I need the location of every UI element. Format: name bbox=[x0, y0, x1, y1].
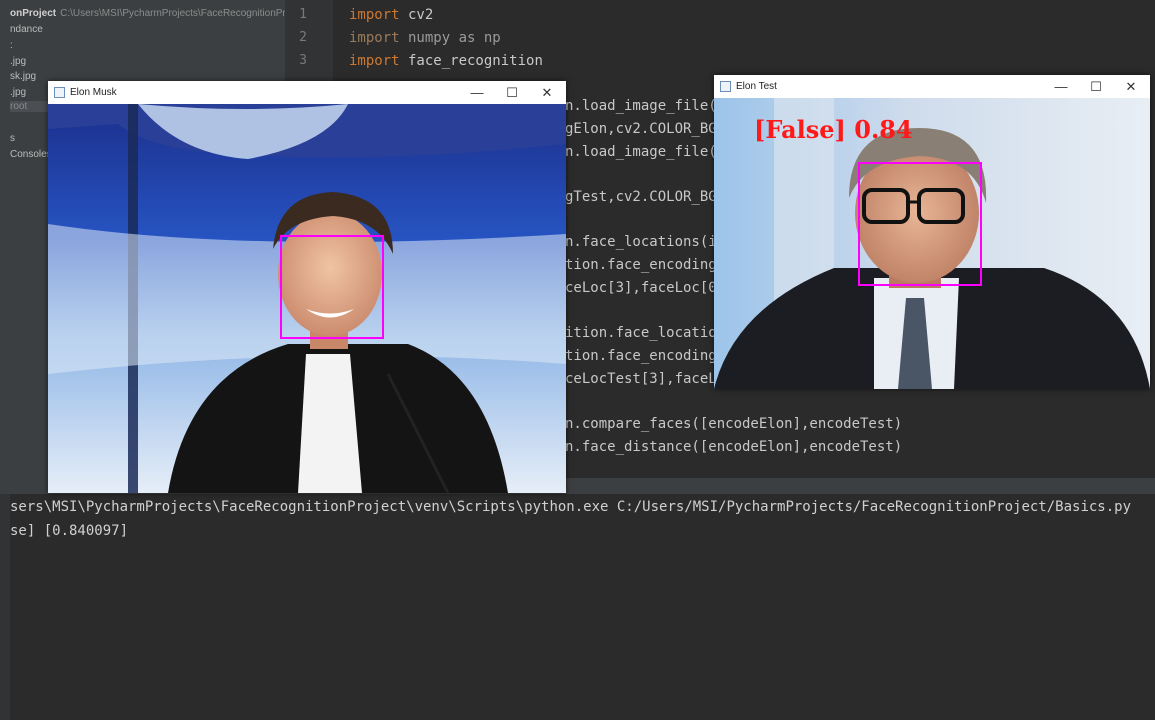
run-gutter bbox=[0, 494, 10, 720]
project-name: onProject bbox=[10, 8, 57, 19]
code-fragment: n.face_locations(i bbox=[565, 234, 717, 250]
console-output: se] [0.840097] bbox=[10, 523, 129, 539]
maximize-button[interactable]: ☐ bbox=[1081, 77, 1111, 96]
project-path: C:\Users\MSI\PycharmProjects\FaceRecogni… bbox=[60, 8, 285, 19]
keyword: import bbox=[349, 30, 400, 46]
keyword: import bbox=[349, 53, 400, 69]
window-title: Elon Musk bbox=[70, 87, 117, 98]
code-fragment: n.compare_faces([encodeElon],encodeTest) bbox=[565, 416, 903, 432]
tree-item[interactable]: .jpg bbox=[10, 87, 26, 98]
face-bounding-box bbox=[280, 235, 384, 339]
line-number: 3 bbox=[299, 53, 307, 68]
match-result-label: [False] 0.84 bbox=[754, 115, 913, 144]
code-fragment: gElon,cv2.COLOR_BG bbox=[565, 121, 717, 137]
elon-photo bbox=[48, 104, 566, 493]
minimize-button[interactable]: — bbox=[1046, 77, 1076, 96]
code-line: import numpy as np bbox=[349, 30, 501, 46]
code-fragment: n.load_image_file( bbox=[565, 144, 717, 160]
tree-item[interactable]: sk.jpg bbox=[10, 71, 36, 82]
tree-item[interactable]: ndance bbox=[10, 24, 43, 35]
run-console[interactable]: sers\MSI\PycharmProjects\FaceRecognition… bbox=[0, 494, 1155, 720]
code-fragment: tion.face_encoding bbox=[565, 257, 717, 273]
project-header[interactable]: onProject C:\Users\MSI\PycharmProjects\Fa… bbox=[10, 8, 285, 19]
code-fragment: ceLocTest[3],faceL bbox=[565, 371, 717, 387]
code-fragment: gTest,cv2.COLOR_BG bbox=[565, 189, 717, 205]
close-button[interactable]: ✕ bbox=[1116, 77, 1146, 96]
code-fragment: n.load_image_file( bbox=[565, 98, 717, 114]
code-fragment: ceLoc[3],faceLoc[0 bbox=[565, 280, 717, 296]
window-titlebar[interactable]: Elon Test — ☐ ✕ bbox=[714, 75, 1150, 98]
window-app-icon bbox=[720, 81, 731, 92]
tree-item[interactable]: : bbox=[10, 40, 13, 51]
image-window-test[interactable]: Elon Test — ☐ ✕ [False] 0.84 bbox=[714, 75, 1150, 389]
maximize-button[interactable]: ☐ bbox=[497, 83, 527, 102]
code-line: import face_recognition bbox=[349, 53, 543, 69]
test-photo: [False] 0.84 bbox=[714, 98, 1150, 389]
window-app-icon bbox=[54, 87, 65, 98]
code-text: face_recognition bbox=[399, 53, 543, 69]
face-bounding-box bbox=[858, 162, 982, 286]
code-text: cv2 bbox=[399, 7, 434, 23]
close-button[interactable]: ✕ bbox=[532, 83, 562, 102]
console-command: sers\MSI\PycharmProjects\FaceRecognition… bbox=[10, 499, 1132, 515]
tree-item-selected[interactable]: root bbox=[10, 101, 48, 112]
code-line: import cv2 bbox=[349, 7, 433, 23]
tree-item[interactable]: s bbox=[10, 133, 15, 144]
image-window-elon[interactable]: Elon Musk — ☐ ✕ bbox=[48, 81, 566, 493]
window-title: Elon Test bbox=[736, 81, 777, 92]
window-titlebar[interactable]: Elon Musk — ☐ ✕ bbox=[48, 81, 566, 104]
code-fragment: ition.face_locatio bbox=[565, 325, 717, 341]
code-fragment: tion.face_encoding bbox=[565, 348, 717, 364]
line-number: 2 bbox=[299, 30, 307, 45]
keyword: import bbox=[349, 7, 400, 23]
code-text: numpy as np bbox=[399, 30, 501, 46]
tree-item-consoles[interactable]: Consoles bbox=[10, 149, 52, 160]
code-fragment: n.face_distance([encodeElon],encodeTest) bbox=[565, 439, 903, 455]
tree-item[interactable]: .jpg bbox=[10, 56, 26, 67]
line-number: 1 bbox=[299, 7, 307, 22]
minimize-button[interactable]: — bbox=[462, 83, 492, 102]
